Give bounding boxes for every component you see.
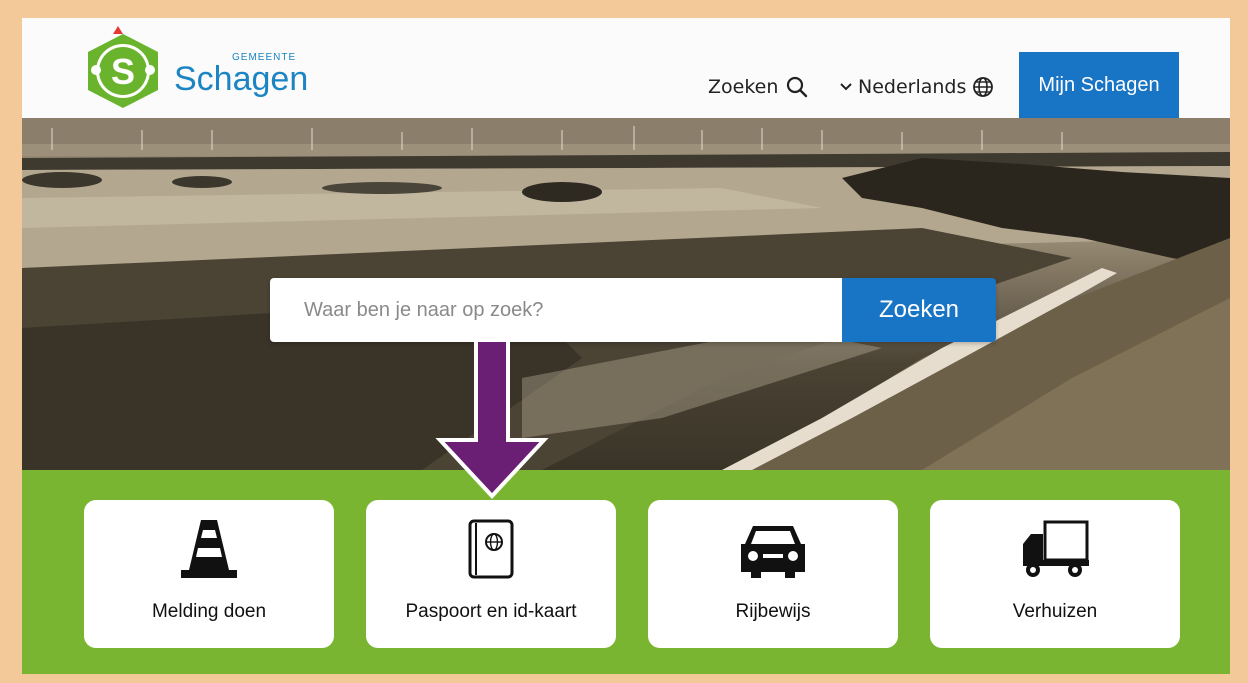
search-icon (271, 279, 294, 302)
logo-letter: S (111, 51, 135, 92)
hero-search-bar: Zoeken (270, 278, 996, 342)
browser-viewport: S GEMEENTE Schagen Zoeken Nederlands Mij… (22, 18, 1230, 674)
car-icon (741, 526, 805, 578)
schagen-logo[interactable]: S GEMEENTE Schagen (82, 20, 312, 115)
quick-links-band: Melding doen Paspoort en id-kaart Rijbew… (22, 470, 1230, 674)
tile-label: Rijbewijs (735, 601, 811, 622)
search-icon (787, 76, 808, 98)
tile-melding-doen[interactable]: Melding doen (84, 500, 334, 648)
header-search-label: Zoeken (708, 76, 779, 98)
tile-paspoort-en-id-kaart[interactable]: Paspoort en id-kaart (366, 500, 616, 648)
passport-icon (468, 519, 514, 579)
tile-label: Melding doen (151, 601, 267, 622)
language-selector[interactable]: Nederlands (840, 70, 994, 104)
globe-icon (973, 77, 994, 97)
tile-verhuizen[interactable]: Verhuizen (930, 500, 1180, 648)
tile-label: Paspoort en id-kaart (405, 601, 577, 622)
hero-search-button-label: Zoeken (878, 296, 960, 323)
hero-search-input[interactable] (270, 278, 842, 342)
hero-search-button[interactable]: Zoeken (271, 278, 996, 342)
logo-title: Schagen (174, 60, 309, 98)
arrow-down-icon (435, 338, 549, 499)
logo-hexagon-icon: S (88, 26, 158, 108)
tile-label: Verhuizen (1012, 601, 1098, 622)
mijn-schagen-button[interactable]: Mijn Schagen (1019, 52, 1179, 118)
moving-truck-icon (1023, 520, 1089, 577)
language-label: Nederlands (858, 76, 967, 98)
hero-banner: Zoeken (22, 118, 1230, 470)
site-header: S GEMEENTE Schagen Zoeken Nederlands Mij… (22, 18, 1230, 118)
tile-rijbewijs[interactable]: Rijbewijs (648, 500, 898, 648)
header-search-link[interactable]: Zoeken (708, 70, 808, 104)
chevron-down-icon (840, 83, 852, 91)
traffic-cone-icon (181, 520, 237, 578)
